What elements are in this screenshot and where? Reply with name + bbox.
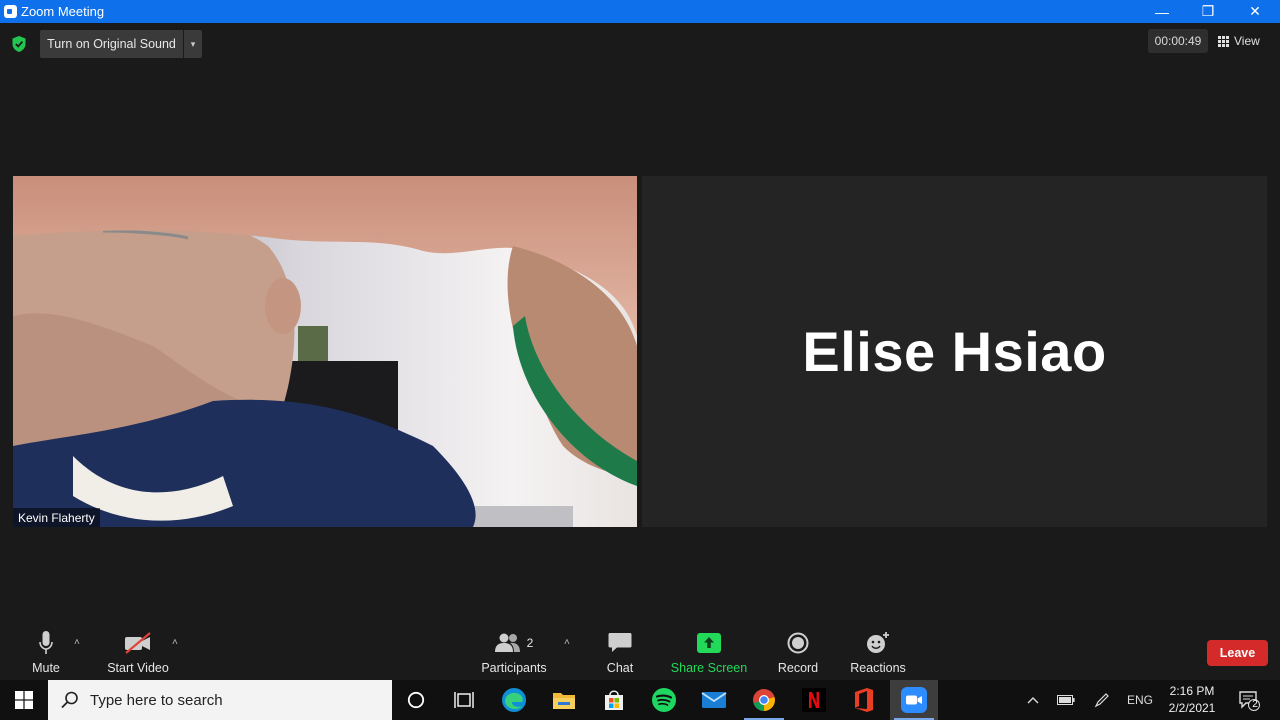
- view-label: View: [1234, 34, 1260, 48]
- zoom-logo-icon: [4, 5, 17, 18]
- reactions-button[interactable]: Reactions: [848, 630, 908, 675]
- video-options-caret[interactable]: ˄: [172, 637, 178, 648]
- zoom-meeting-window: Zoom Meeting — ❒ ✕ Turn on Original Soun…: [0, 0, 1280, 720]
- language-indicator[interactable]: ENG: [1124, 680, 1156, 720]
- video-tile-kevin-flaherty[interactable]: [13, 176, 637, 527]
- mute-button[interactable]: Mute: [28, 630, 64, 675]
- windows-taskbar: Type here to search ENG 2:16 PM 2/2/2021…: [0, 680, 1280, 720]
- record-label: Record: [777, 661, 819, 675]
- notification-count-badge: 2: [1252, 699, 1258, 710]
- clock-time: 2:16 PM: [1169, 684, 1215, 698]
- view-button[interactable]: View: [1218, 29, 1270, 53]
- edge-browser-icon[interactable]: [490, 680, 538, 720]
- participants-count-badge: 2: [526, 636, 534, 650]
- action-center-button[interactable]: 2: [1234, 680, 1264, 720]
- netflix-icon[interactable]: [790, 680, 838, 720]
- chat-icon: [608, 630, 632, 656]
- windows-logo-icon: [15, 691, 33, 709]
- zoom-taskbar-icon[interactable]: [890, 680, 938, 720]
- cortana-icon[interactable]: [392, 680, 440, 720]
- close-button[interactable]: ✕: [1232, 0, 1278, 23]
- search-icon: [61, 691, 78, 709]
- record-button[interactable]: Record: [776, 630, 820, 675]
- taskbar-clock[interactable]: 2:16 PM 2/2/2021: [1160, 683, 1224, 717]
- start-video-label: Start Video: [107, 661, 169, 675]
- camera-feed-image: [13, 176, 637, 527]
- leave-button[interactable]: Leave: [1207, 640, 1268, 666]
- start-video-button[interactable]: Start Video: [104, 630, 172, 675]
- share-screen-icon: [697, 630, 721, 656]
- taskbar-search-box[interactable]: Type here to search: [48, 680, 392, 720]
- record-icon: [787, 630, 809, 656]
- audio-options-caret[interactable]: ˄: [74, 637, 80, 648]
- video-tile-elise-hsiao[interactable]: Elise Hsiao: [642, 176, 1267, 527]
- reactions-icon: [866, 630, 890, 656]
- share-screen-label: Share Screen: [670, 661, 748, 675]
- microsoft-store-icon[interactable]: [590, 680, 638, 720]
- shield-icon[interactable]: [11, 35, 27, 53]
- participant-name-tag: Kevin Flaherty: [13, 508, 100, 527]
- original-sound-button[interactable]: Turn on Original Sound: [40, 30, 183, 58]
- spotify-icon[interactable]: [640, 680, 688, 720]
- window-title: Zoom Meeting: [21, 4, 105, 19]
- grid-view-icon: [1218, 35, 1229, 47]
- start-button[interactable]: [0, 680, 48, 720]
- restore-button[interactable]: ❒: [1185, 0, 1231, 23]
- participants-options-caret[interactable]: ˄: [564, 637, 570, 648]
- file-explorer-icon[interactable]: [540, 680, 588, 720]
- mute-label: Mute: [32, 661, 60, 675]
- office-icon[interactable]: [840, 680, 888, 720]
- video-off-icon: [124, 630, 152, 656]
- microphone-icon: [39, 630, 53, 656]
- chrome-icon[interactable]: [740, 680, 788, 720]
- search-placeholder: Type here to search: [90, 691, 223, 709]
- participants-label: Participants: [481, 661, 547, 675]
- participants-icon: [494, 633, 520, 652]
- task-view-icon[interactable]: [440, 680, 488, 720]
- chat-label: Chat: [606, 661, 634, 675]
- participant-name-display: Elise Hsiao: [802, 320, 1107, 383]
- original-sound-dropdown[interactable]: ▾: [184, 30, 202, 58]
- participants-button[interactable]: 2 Participants: [478, 630, 550, 675]
- title-bar: Zoom Meeting — ❒ ✕: [0, 0, 1280, 23]
- share-screen-button[interactable]: Share Screen: [670, 630, 748, 675]
- pen-icon[interactable]: [1090, 680, 1114, 720]
- reactions-label: Reactions: [850, 661, 906, 675]
- show-hidden-icons-caret[interactable]: [1022, 680, 1044, 720]
- mail-icon[interactable]: [690, 680, 738, 720]
- minimize-button[interactable]: —: [1139, 0, 1185, 23]
- clock-date: 2/2/2021: [1168, 701, 1216, 715]
- battery-icon[interactable]: [1054, 680, 1078, 720]
- meeting-timer: 00:00:49: [1148, 29, 1208, 53]
- chat-button[interactable]: Chat: [602, 630, 638, 675]
